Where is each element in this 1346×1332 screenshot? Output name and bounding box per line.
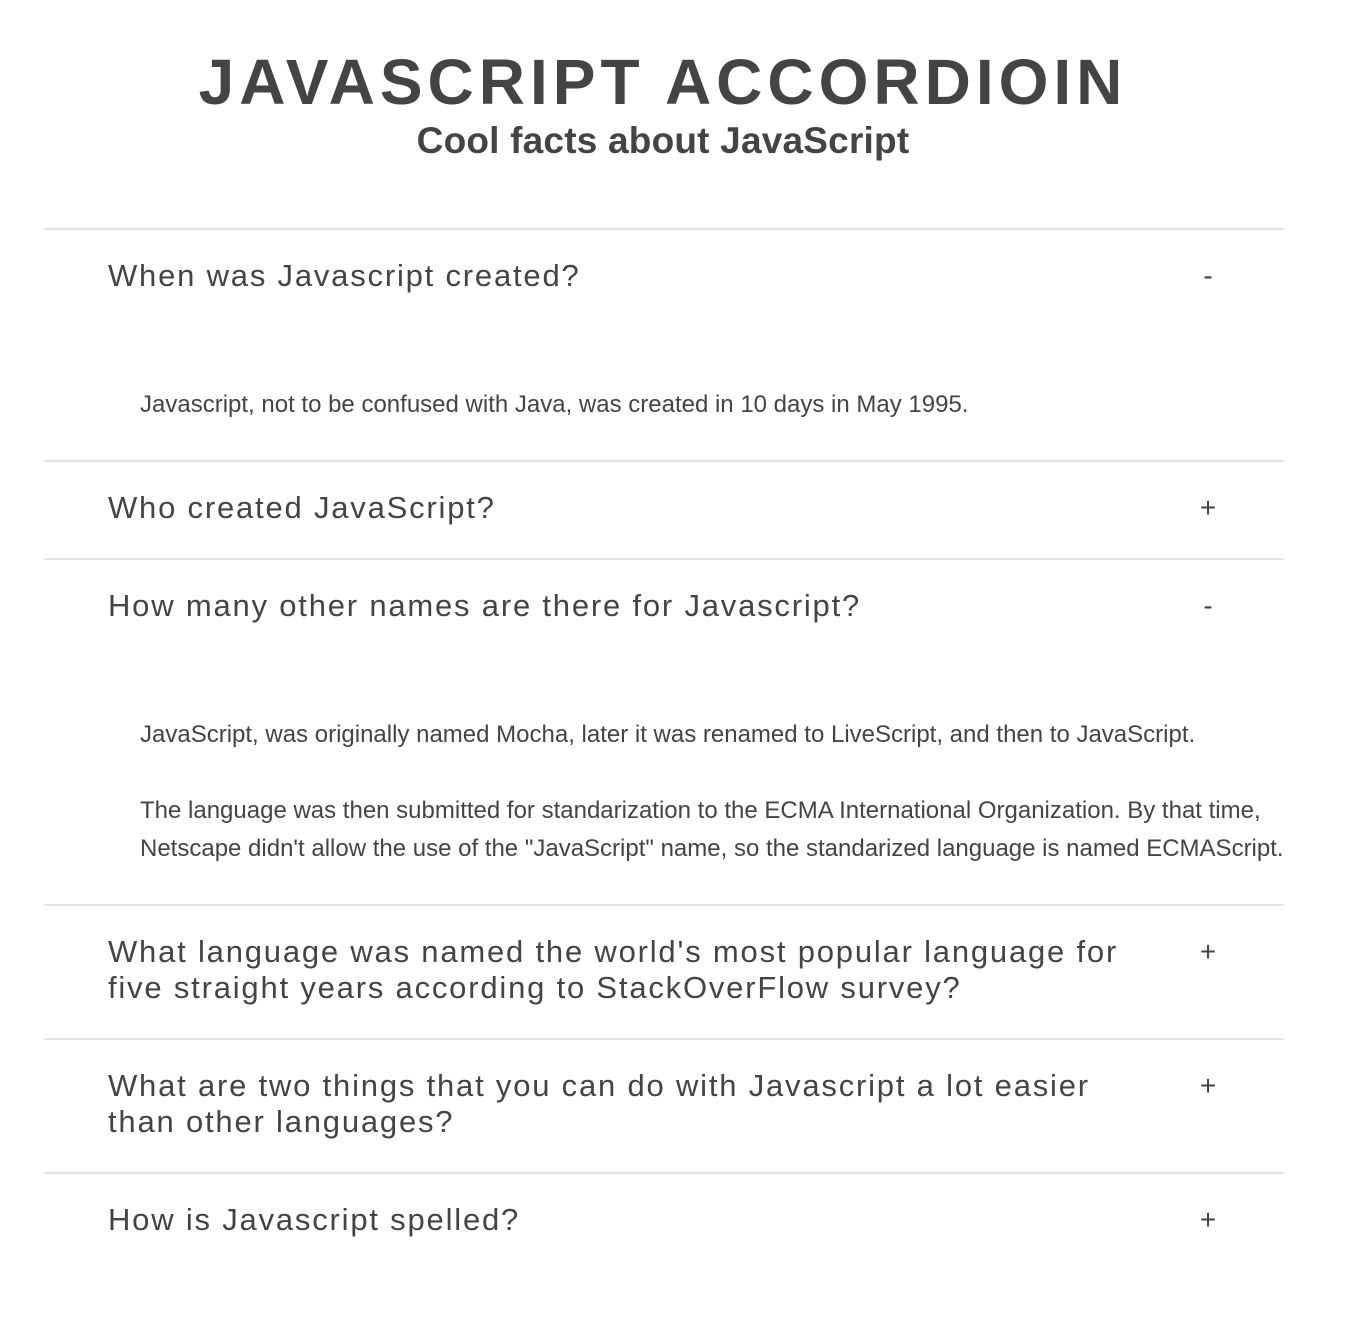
accordion: When was Javascript created? - Javascrip… <box>44 228 1284 1270</box>
accordion-item: How many other names are there for Javas… <box>44 560 1284 906</box>
minus-icon[interactable]: - <box>1196 258 1220 294</box>
accordion-question-text: When was Javascript created? <box>108 258 581 293</box>
page-subtitle: Cool facts about JavaScript <box>416 120 910 161</box>
plus-icon[interactable]: + <box>1196 490 1220 526</box>
accordion-question-button[interactable]: How is Javascript spelled? + <box>44 1174 1284 1270</box>
accordion-question-text: What language was named the world's most… <box>108 934 1119 1005</box>
accordion-question-text: How is Javascript spelled? <box>108 1202 521 1237</box>
page-header: JAVASCRIPT ACCORDIOIN Cool facts about J… <box>0 0 1326 162</box>
accordion-item: When was Javascript created? - Javascrip… <box>44 230 1284 462</box>
plus-icon[interactable]: + <box>1196 1202 1220 1238</box>
accordion-question-button[interactable]: How many other names are there for Javas… <box>44 560 1284 656</box>
page-title: JAVASCRIPT ACCORDIOIN <box>198 46 1128 118</box>
accordion-answer-text: Javascript, not to be confused with Java… <box>140 391 969 418</box>
accordion-answer-text: JavaScript, was originally named Mocha, … <box>140 721 1196 748</box>
accordion-question-text: How many other names are there for Javas… <box>108 588 862 623</box>
accordion-question-text: What are two things that you can do with… <box>108 1068 1090 1139</box>
accordion-question-button[interactable]: When was Javascript created? - <box>44 230 1284 326</box>
accordion-question-button[interactable]: Who created JavaScript? + <box>44 462 1284 558</box>
accordion-question-button[interactable]: What language was named the world's most… <box>44 906 1284 1038</box>
accordion-answer-panel: Javascript, not to be confused with Java… <box>44 326 1284 460</box>
plus-icon[interactable]: + <box>1196 934 1220 970</box>
accordion-answer-text: The language was then submitted for stan… <box>140 797 1284 862</box>
plus-icon[interactable]: + <box>1196 1068 1220 1104</box>
accordion-question-text: Who created JavaScript? <box>108 490 496 525</box>
accordion-answer-panel: JavaScript, was originally named Mocha, … <box>44 656 1284 904</box>
accordion-item: Who created JavaScript? + <box>44 462 1284 560</box>
accordion-item: What language was named the world's most… <box>44 906 1284 1040</box>
accordion-question-button[interactable]: What are two things that you can do with… <box>44 1040 1284 1172</box>
accordion-item: What are two things that you can do with… <box>44 1040 1284 1174</box>
minus-icon[interactable]: - <box>1196 588 1220 624</box>
accordion-item: How is Javascript spelled? + <box>44 1174 1284 1270</box>
